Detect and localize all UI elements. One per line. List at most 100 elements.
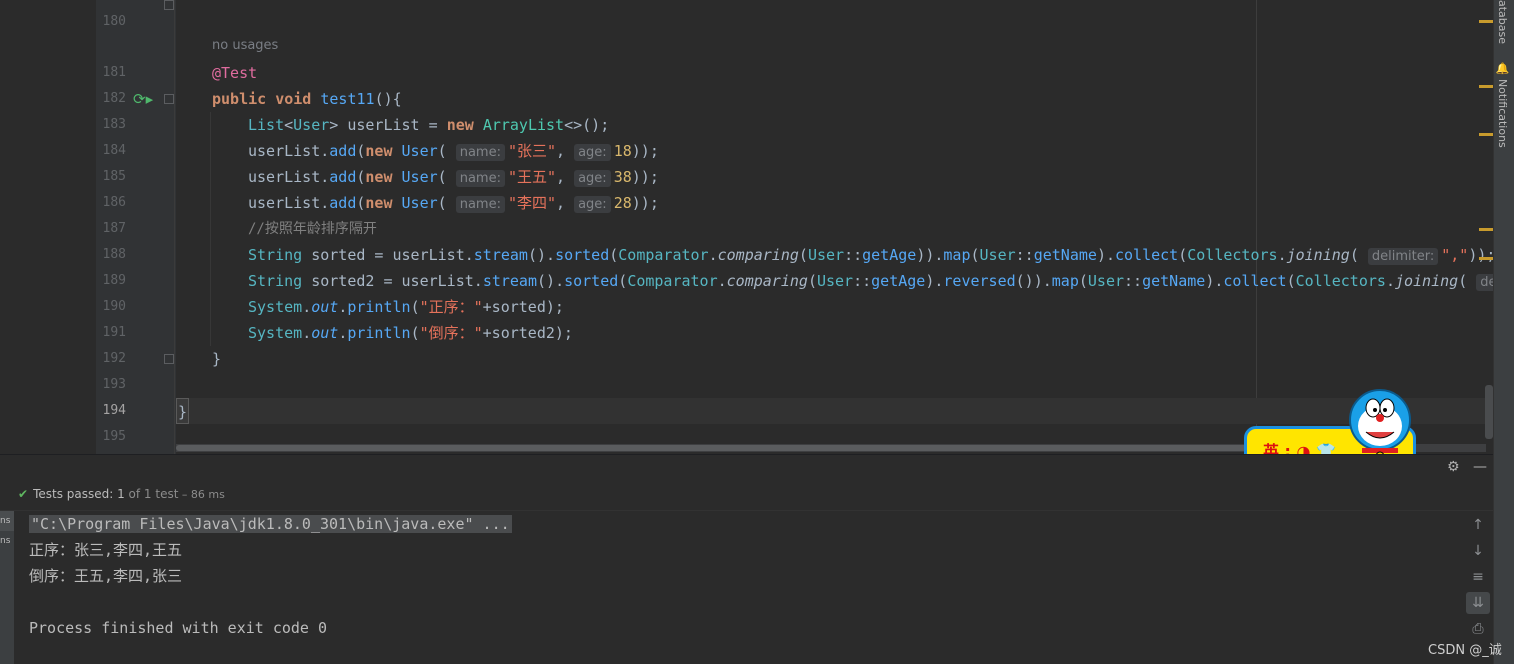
bell-icon: 🔔: [1496, 62, 1509, 76]
fold-icon[interactable]: [164, 94, 174, 104]
code-text: (: [410, 324, 420, 342]
method-name: test11: [320, 90, 375, 108]
database-tab[interactable]: atabase: [1496, 0, 1509, 44]
line-number: 189: [102, 273, 126, 288]
settings-gear-icon[interactable]: ⚙: [1447, 459, 1460, 475]
test-tree-item[interactable]: ns: [0, 511, 14, 531]
code-text: .: [708, 246, 718, 264]
code-text: (: [609, 246, 619, 264]
type: User: [1087, 272, 1125, 290]
code-text: ));: [631, 194, 659, 212]
notifications-label: Notifications: [1496, 78, 1509, 148]
code-text: (: [437, 194, 447, 212]
string: "倒序：": [419, 324, 483, 342]
param-hint: delimiter:: [1367, 248, 1439, 265]
type: User: [816, 272, 854, 290]
code-text: (: [1458, 272, 1468, 290]
warning-marker[interactable]: [1479, 85, 1493, 88]
warning-marker[interactable]: [1479, 257, 1493, 260]
warning-marker[interactable]: [1479, 228, 1493, 231]
keyword: void: [275, 90, 312, 108]
method: stream: [473, 246, 528, 264]
method: stream: [482, 272, 537, 290]
string: ",": [1441, 246, 1469, 264]
type: Collectors: [1295, 272, 1386, 290]
test-tree-strip[interactable]: ns ns: [0, 511, 14, 664]
code-text: (: [1286, 272, 1296, 290]
code-text: (: [437, 168, 447, 186]
type: Collectors: [1187, 246, 1278, 264]
line-number: 187: [102, 221, 126, 236]
watermark: CSDN @_诚: [1428, 643, 1502, 658]
type: User: [401, 168, 438, 186]
param-hint: name:: [455, 196, 505, 213]
line-number: 191: [102, 325, 126, 340]
soft-wrap-icon[interactable]: ≡: [1466, 566, 1490, 588]
line-number: 192: [102, 351, 126, 366]
param-hint: name:: [455, 170, 505, 187]
type: User: [979, 246, 1016, 264]
line-number: 190: [102, 299, 126, 314]
code-line-181: @Test: [212, 60, 257, 86]
horizontal-scrollbar-thumb[interactable]: [176, 445, 1286, 451]
field: out: [311, 298, 339, 316]
keyword: new: [365, 142, 393, 160]
class-closing-brace[interactable]: }: [176, 398, 190, 424]
string: "正序：": [419, 298, 483, 316]
fold-icon[interactable]: [164, 354, 174, 364]
code-text: (: [1078, 272, 1088, 290]
method: sorted: [555, 246, 610, 264]
usages-hint[interactable]: no usages: [212, 38, 278, 53]
code-text: .: [338, 298, 348, 316]
code-text: (: [970, 246, 980, 264]
type: User: [401, 194, 438, 212]
fold-icon[interactable]: [164, 0, 174, 10]
type: Comparator: [618, 246, 709, 264]
method: comparing: [726, 272, 808, 290]
method: getAge: [862, 246, 917, 264]
type: System: [248, 324, 303, 342]
code-text: (): [537, 272, 556, 290]
warning-marker[interactable]: [1479, 133, 1493, 136]
tests-passed-status: ✔ Tests passed: 1 of 1 test – 86 ms: [18, 487, 225, 501]
console-exit-message: Process finished with exit code 0: [29, 619, 328, 637]
console-output-line: 正序：张三,李四,王五: [29, 541, 183, 559]
print-icon[interactable]: ⎙: [1466, 618, 1490, 640]
method: reversed: [943, 272, 1016, 290]
scroll-to-end-icon[interactable]: ⇊: [1466, 592, 1490, 614]
run-test-icon[interactable]: ⟳▸: [133, 90, 153, 108]
minimize-icon[interactable]: —: [1473, 459, 1487, 475]
method: collect: [1115, 246, 1179, 264]
scroll-up-icon[interactable]: ↑: [1466, 514, 1490, 536]
code-text: .: [473, 272, 483, 290]
warning-marker[interactable]: [1479, 20, 1493, 23]
method: joining: [1394, 272, 1459, 290]
code-text: (: [807, 272, 817, 290]
code-text: ));: [631, 142, 659, 160]
code-text: userList: [248, 194, 321, 212]
notifications-tab[interactable]: 🔔 Notifications: [1496, 62, 1509, 148]
line-number: 193: [102, 377, 126, 392]
annotation: @Test: [212, 64, 258, 82]
scroll-down-icon[interactable]: ↓: [1466, 540, 1490, 562]
code-text: .: [546, 246, 556, 264]
keyword: new: [446, 116, 474, 134]
method: sorted: [564, 272, 619, 290]
code-text: .: [302, 298, 312, 316]
indent-guide: [210, 112, 211, 346]
test-tree-item[interactable]: ns: [0, 531, 14, 551]
line-number: 181: [102, 65, 126, 80]
code-text: ,: [556, 168, 575, 186]
vertical-scrollbar-thumb[interactable]: [1485, 385, 1493, 439]
code-text: +sorted);: [482, 298, 564, 316]
type: String: [248, 272, 303, 290]
code-text: <>();: [564, 116, 610, 134]
method: joining: [1286, 246, 1350, 264]
code-text: ,: [556, 142, 575, 160]
code-text: ));: [631, 168, 659, 186]
line-number: 195: [102, 429, 126, 444]
console-command-text[interactable]: "C:\Program Files\Java\jdk1.8.0_301\bin\…: [29, 515, 512, 533]
method: getAge: [871, 272, 926, 290]
code-line-190: System.out.println("正序："+sorted);: [248, 294, 564, 320]
code-text: (: [798, 246, 808, 264]
